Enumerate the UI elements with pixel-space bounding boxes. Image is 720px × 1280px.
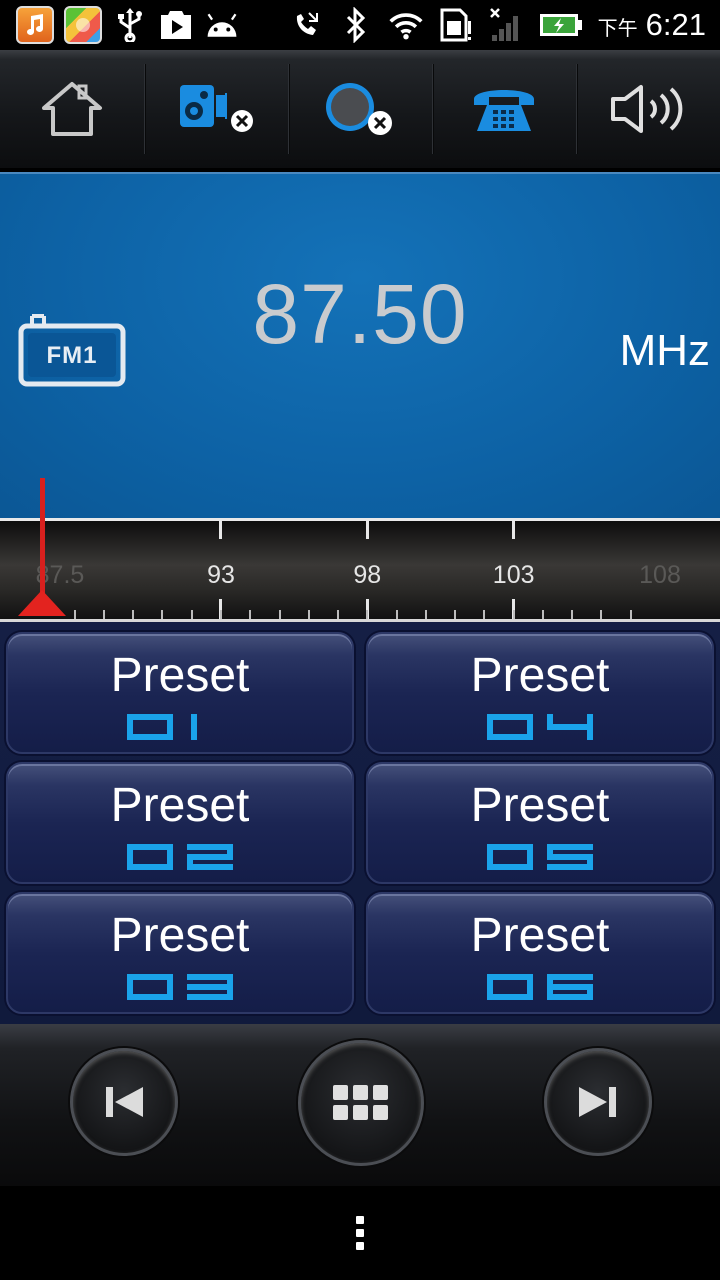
preset-number — [8, 714, 352, 740]
tuner-minor-tick — [454, 610, 457, 619]
preset-number-digits — [487, 714, 593, 740]
next-button[interactable] — [544, 1048, 652, 1156]
tuner-minor-tick — [424, 610, 427, 619]
preset-grid: Preset Preset Preset Preset Preset Prese… — [0, 622, 720, 1024]
preset-button-04[interactable]: Preset — [366, 632, 714, 754]
telephone-icon — [474, 90, 534, 131]
preset-number-digits — [127, 974, 233, 1000]
overflow-menu-button[interactable] — [336, 1201, 384, 1265]
signal-icon — [488, 7, 524, 43]
transport-bar — [0, 1024, 720, 1186]
preset-number — [8, 974, 352, 1000]
preset-label: Preset — [470, 649, 610, 702]
tuner-needle[interactable] — [40, 478, 45, 604]
volume-button[interactable] — [576, 50, 720, 168]
overflow-menu-icon — [356, 1216, 364, 1250]
tuner-tick-label: 103 — [492, 561, 535, 589]
preset-label: Preset — [470, 779, 610, 832]
tuner-needle-pointer[interactable] — [18, 590, 66, 616]
tuner-minor-tick — [219, 610, 222, 619]
navigation-bar — [0, 1186, 720, 1280]
battery-charging-icon — [538, 7, 584, 43]
speaker-disabled-icon — [180, 85, 253, 132]
tuner-minor-tick — [190, 610, 193, 619]
tuner-minor-tick — [278, 610, 281, 619]
tuner-minor-tick — [73, 610, 76, 619]
wifi-icon — [388, 7, 424, 43]
preset-button-05[interactable]: Preset — [366, 762, 714, 884]
preset-number — [368, 714, 712, 740]
preset-number — [368, 844, 712, 870]
frequency-value: 87.50 — [252, 267, 468, 361]
app-store-icon — [64, 6, 102, 44]
tuner-minor-tick — [307, 610, 310, 619]
clock-time: 6:21 — [645, 7, 706, 42]
tuner-minor-tick — [132, 610, 135, 619]
tuner-major-tick — [365, 521, 369, 539]
android-icon — [204, 7, 240, 43]
tuner-minor-tick — [600, 610, 603, 619]
clock-ampm: 下午 — [597, 16, 638, 40]
preset-number-digits — [487, 974, 593, 1000]
tuner-minor-tick — [249, 610, 252, 619]
band-label: FM1 — [46, 342, 98, 369]
volume-icon — [611, 85, 683, 133]
preset-button-02[interactable]: Preset — [6, 762, 354, 884]
preset-number — [8, 844, 352, 870]
next-icon — [579, 1087, 616, 1117]
tuner-tick-label: 93 — [207, 561, 235, 589]
menu-grid-button[interactable] — [298, 1040, 424, 1166]
tuner-tick-label: 98 — [353, 561, 382, 589]
speaker-toggle-button[interactable] — [144, 50, 288, 168]
tuner-minor-tick — [366, 610, 369, 619]
preset-number-digits — [127, 844, 233, 870]
preset-label: Preset — [110, 909, 250, 962]
tuner-minor-tick — [337, 610, 340, 619]
record-disabled-icon — [326, 83, 392, 135]
home-icon — [42, 82, 102, 136]
tuner-minor-tick — [541, 610, 544, 619]
status-bar: 下午 6:21 — [0, 0, 720, 50]
music-app-icon — [16, 6, 54, 44]
record-toggle-button[interactable] — [288, 50, 432, 168]
preset-number — [368, 974, 712, 1000]
tuner-scale[interactable]: 87.5 93 98 103 108 — [0, 518, 720, 622]
sim-alert-icon — [438, 7, 474, 43]
top-toolbar — [0, 50, 720, 170]
tuner-minor-tick — [571, 610, 574, 619]
tuner-minor-tick — [629, 610, 632, 619]
frequency-unit: MHz — [619, 326, 710, 375]
phone-missed-icon — [288, 7, 324, 43]
bluetooth-icon — [338, 7, 374, 43]
preset-button-01[interactable]: Preset — [6, 632, 354, 754]
tuner-tick-label: 87.5 — [35, 561, 85, 589]
preset-label: Preset — [110, 779, 250, 832]
telephone-button[interactable] — [432, 50, 576, 168]
home-button[interactable] — [0, 50, 144, 168]
tuner-major-tick — [512, 521, 516, 539]
tuner-minor-tick — [483, 610, 486, 619]
preset-number-digits — [127, 714, 197, 740]
grid-menu-icon — [333, 1085, 388, 1120]
tuner-tick-label: 108 — [639, 561, 681, 589]
usb-icon — [112, 7, 148, 43]
tuner-minor-tick — [102, 610, 105, 619]
tuner-minor-tick — [395, 610, 398, 619]
preset-label: Preset — [470, 909, 610, 962]
band-badge[interactable]: FM1 — [18, 312, 126, 388]
previous-button[interactable] — [70, 1048, 178, 1156]
preset-label: Preset — [110, 649, 250, 702]
preset-button-03[interactable]: Preset — [6, 892, 354, 1014]
preset-button-06[interactable]: Preset — [366, 892, 714, 1014]
play-store-icon — [158, 7, 194, 43]
preset-number-digits — [487, 844, 593, 870]
tuner-minor-tick — [161, 610, 164, 619]
tuner-major-tick — [219, 521, 223, 539]
frequency-display: FM1 87.50 MHz — [0, 172, 720, 518]
tuner-minor-tick — [512, 610, 515, 619]
previous-icon — [106, 1087, 143, 1117]
